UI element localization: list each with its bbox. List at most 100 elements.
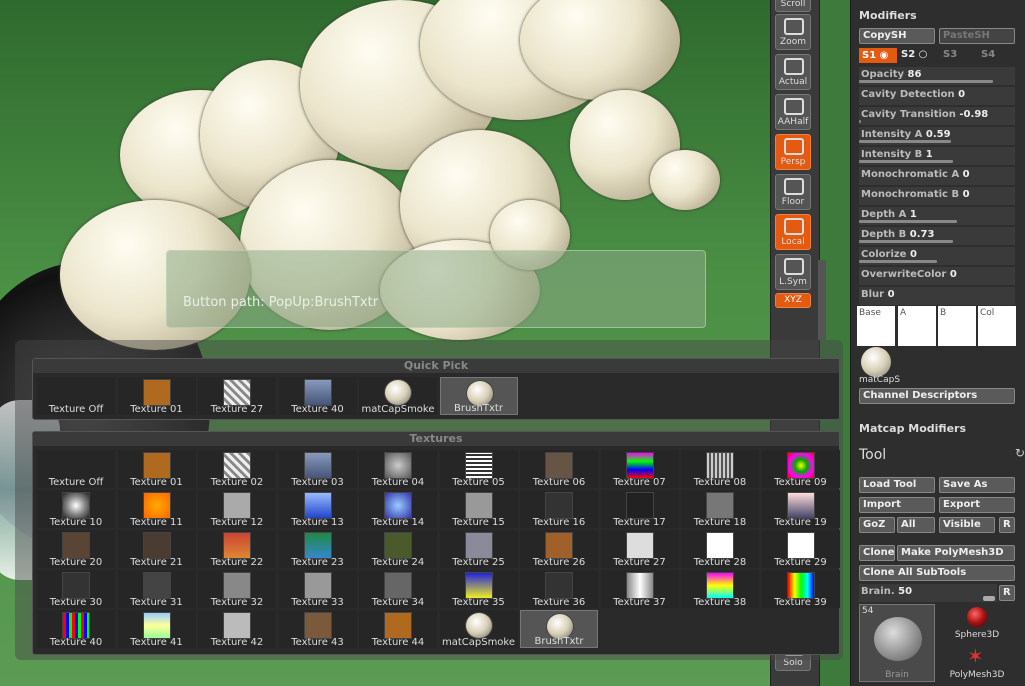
s1-tab[interactable]: S1 ◉ xyxy=(859,48,897,63)
floor-button[interactable]: Floor xyxy=(775,174,811,210)
slider-blur[interactable]: Blur 0 xyxy=(859,287,1015,305)
texture-cell[interactable]: Texture 44 xyxy=(359,610,437,648)
s3-tab[interactable]: S3 xyxy=(943,49,957,60)
texture-cell[interactable]: matCapSmoke xyxy=(359,377,437,415)
refresh-icon[interactable]: ↻ xyxy=(1015,446,1025,460)
aahalf-button[interactable]: AAHalf xyxy=(775,94,811,130)
texture-cell[interactable]: BrushTxtr xyxy=(439,377,518,415)
texture-cell[interactable]: Texture 41 xyxy=(117,610,196,648)
export-button[interactable]: Export xyxy=(939,497,1015,513)
texture-cell[interactable]: Texture 10 xyxy=(37,490,115,528)
copysh-button[interactable]: CopySH xyxy=(859,28,935,44)
texture-cell[interactable]: Texture 20 xyxy=(37,530,115,568)
clone-all-subtools-button[interactable]: Clone All SubTools xyxy=(859,565,1015,581)
texture-cell[interactable]: Texture 32 xyxy=(198,570,276,608)
texture-cell[interactable]: Texture 38 xyxy=(681,570,759,608)
tool-item-sphere3d[interactable]: Sphere3D xyxy=(939,604,1015,642)
texture-cell[interactable]: Texture 37 xyxy=(600,570,679,608)
slider-knob[interactable] xyxy=(983,596,995,601)
texture-cell[interactable]: Texture 13 xyxy=(278,490,357,528)
texture-cell[interactable]: Texture 27 xyxy=(600,530,679,568)
texture-cell[interactable]: Texture 04 xyxy=(359,450,437,488)
texture-cell[interactable]: Texture 01 xyxy=(117,450,196,488)
texture-cell[interactable]: Texture 01 xyxy=(117,377,196,415)
texture-cell[interactable]: Texture 09 xyxy=(761,450,840,488)
texture-cell[interactable]: Texture 21 xyxy=(117,530,196,568)
channel-a[interactable]: A xyxy=(898,306,936,346)
texture-cell[interactable]: Texture 40 xyxy=(37,610,115,648)
texture-cell[interactable]: Texture 23 xyxy=(278,530,357,568)
clone-button[interactable]: Clone xyxy=(859,545,895,561)
scroll-button[interactable]: Scroll xyxy=(775,0,811,12)
texture-cell[interactable]: BrushTxtr xyxy=(520,610,598,648)
tool-item-polymesh3d[interactable]: ✶ PolyMesh3D xyxy=(939,644,1015,682)
texture-cell[interactable]: Texture 34 xyxy=(359,570,437,608)
slider-cavity-detection[interactable]: Cavity Detection 0 xyxy=(859,87,1015,105)
texture-cell[interactable]: Texture 06 xyxy=(520,450,598,488)
visible-button[interactable]: Visible xyxy=(939,517,995,533)
persp-button[interactable]: Persp xyxy=(775,134,811,170)
tool-item-brain[interactable]: 54 Brain xyxy=(859,604,935,682)
texture-cell[interactable]: Texture 17 xyxy=(600,490,679,528)
slider-overwritecolor[interactable]: OverwriteColor 0 xyxy=(859,267,1015,285)
slider-intensity-a[interactable]: Intensity A 0.59 xyxy=(859,127,1015,145)
actual-button[interactable]: Actual xyxy=(775,54,811,90)
goz-button[interactable]: GoZ xyxy=(859,517,895,533)
texture-cell[interactable]: Texture 35 xyxy=(439,570,518,608)
import-button[interactable]: Import xyxy=(859,497,935,513)
r-button[interactable]: R xyxy=(999,585,1015,601)
texture-cell[interactable]: Texture 03 xyxy=(278,450,357,488)
slider-intensity-b[interactable]: Intensity B 1 xyxy=(859,147,1015,165)
texture-cell[interactable]: Texture 08 xyxy=(681,450,759,488)
texture-cell[interactable]: Texture Off xyxy=(37,377,115,415)
texture-cell[interactable]: Texture 33 xyxy=(278,570,357,608)
slider-colorize[interactable]: Colorize 0 xyxy=(859,247,1015,265)
r-button[interactable]: R xyxy=(999,517,1015,533)
slider-monochromatic-b[interactable]: Monochromatic B 0 xyxy=(859,187,1015,205)
texture-cell[interactable]: Texture 28 xyxy=(681,530,759,568)
channel-col[interactable]: Col xyxy=(978,306,1016,346)
pastesh-button[interactable]: PasteSH xyxy=(939,28,1015,44)
matcap-modifiers-title[interactable]: Matcap Modifiers xyxy=(859,422,966,435)
texture-cell[interactable]: Texture Off xyxy=(37,450,115,488)
all-button[interactable]: All xyxy=(897,517,935,533)
texture-cell[interactable]: Texture 26 xyxy=(520,530,598,568)
zoom-button[interactable]: Zoom xyxy=(775,14,811,50)
xyz-button[interactable]: XYZ xyxy=(775,293,811,308)
save-as-button[interactable]: Save As xyxy=(939,477,1015,493)
local-button[interactable]: Local xyxy=(775,214,811,250)
texture-cell[interactable]: Texture 25 xyxy=(439,530,518,568)
texture-cell[interactable]: Texture 22 xyxy=(198,530,276,568)
texture-cell[interactable]: Texture 43 xyxy=(278,610,357,648)
texture-cell[interactable]: Texture 30 xyxy=(37,570,115,608)
brain-slider[interactable]: Brain. 50 xyxy=(859,584,997,602)
channel-descriptors-button[interactable]: Channel Descriptors xyxy=(859,388,1015,404)
texture-cell[interactable]: Texture 05 xyxy=(439,450,518,488)
texture-cell[interactable]: Texture 18 xyxy=(681,490,759,528)
texture-cell[interactable]: Texture 07 xyxy=(600,450,679,488)
texture-cell[interactable]: Texture 36 xyxy=(520,570,598,608)
texture-cell[interactable]: Texture 02 xyxy=(198,450,276,488)
texture-cell[interactable]: Texture 24 xyxy=(359,530,437,568)
slider-cavity-transition[interactable]: Cavity Transition -0.98 xyxy=(859,107,1015,125)
texture-cell[interactable]: Texture 27 xyxy=(198,377,276,415)
texture-cell[interactable]: Texture 15 xyxy=(439,490,518,528)
slider-depth-a[interactable]: Depth A 1 xyxy=(859,207,1015,225)
channel-b[interactable]: B xyxy=(938,306,976,346)
s2-tab[interactable]: S2 ○ xyxy=(901,49,927,60)
slider-opacity[interactable]: Opacity 86 xyxy=(859,67,1015,85)
texture-cell[interactable]: Texture 39 xyxy=(761,570,840,608)
texture-cell[interactable]: Texture 31 xyxy=(117,570,196,608)
texture-cell[interactable]: Texture 14 xyxy=(359,490,437,528)
texture-cell[interactable]: Texture 40 xyxy=(278,377,357,415)
load-tool-button[interactable]: Load Tool xyxy=(859,477,935,493)
channel-base[interactable]: Base xyxy=(857,306,895,346)
make-polymesh-button[interactable]: Make PolyMesh3D xyxy=(897,545,1015,561)
slider-depth-b[interactable]: Depth B 0.73 xyxy=(859,227,1015,245)
texture-cell[interactable]: Texture 16 xyxy=(520,490,598,528)
texture-cell[interactable]: Texture 12 xyxy=(198,490,276,528)
s4-tab[interactable]: S4 xyxy=(981,49,995,60)
scrollbar[interactable] xyxy=(818,260,826,340)
texture-cell[interactable]: Texture 11 xyxy=(117,490,196,528)
texture-cell[interactable]: Texture 29 xyxy=(761,530,840,568)
